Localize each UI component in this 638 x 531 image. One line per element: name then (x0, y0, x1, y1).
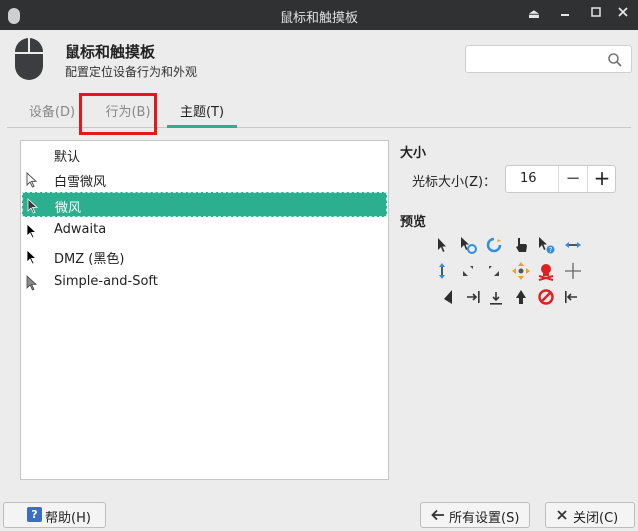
title-bar: 鼠标和触摸板 ⏏ (0, 0, 638, 30)
theme-label: 微风 (55, 201, 82, 216)
diagonal-resize-nesw-cursor-icon (463, 266, 473, 276)
cursor-size-stepper[interactable]: 16 − + (505, 165, 616, 193)
maximize-button[interactable] (586, 5, 606, 25)
horizontal-resize-cursor-icon (565, 242, 581, 248)
black-arrow-cursor-icon (26, 223, 38, 239)
close-icon (557, 510, 567, 520)
svg-text:?: ? (549, 246, 553, 254)
list-item[interactable]: DMZ (黑色) (22, 244, 387, 269)
help-icon: ? (27, 507, 42, 522)
crosshair-cursor-icon (565, 263, 581, 279)
all-settings-button[interactable]: 所有设置(S) (420, 502, 530, 528)
help-button[interactable]: ? 帮助(H) (3, 502, 106, 528)
dark-arrow-cursor-icon (27, 198, 39, 214)
diagonal-resize-nwse-cursor-icon (489, 266, 499, 276)
tab-theme[interactable]: 主题(T) (167, 98, 237, 128)
all-settings-label: 所有设置(S) (449, 511, 520, 526)
list-item[interactable]: Simple-and-Soft (22, 270, 387, 295)
search-input[interactable] (465, 45, 632, 73)
close-button-label: 关闭(C) (573, 511, 619, 526)
help-button-label: 帮助(H) (45, 511, 91, 526)
search-icon (608, 53, 622, 67)
help-cursor-icon: ? (539, 237, 555, 254)
close-window-button[interactable] (613, 5, 633, 25)
increase-size-button[interactable]: + (587, 166, 616, 192)
tab-device[interactable]: 设备(D) (21, 98, 83, 128)
progress-cursor-icon (461, 237, 477, 254)
pirate-skull-cursor-icon (538, 264, 554, 281)
cursor-preview-grid: ? (424, 233, 594, 313)
cursor-size-value[interactable]: 16 (520, 171, 537, 186)
default-cursor-icon (438, 238, 446, 252)
theme-label: 默认 (54, 150, 81, 165)
theme-label: Adwaita (54, 222, 107, 237)
theme-label: 白雪微风 (54, 175, 107, 190)
shade-icon[interactable]: ⏏ (524, 5, 544, 25)
dialog-subtitle: 配置定位设备行为和外观 (65, 65, 198, 79)
move-cursor-icon (512, 262, 530, 280)
not-allowed-cursor-icon (538, 289, 554, 305)
black-arrow-cursor-icon (26, 249, 38, 265)
cursor-size-label: 光标大小(Z)： (412, 175, 497, 190)
white-arrow-cursor-icon (26, 172, 38, 188)
cursor-theme-list[interactable]: 默认 白雪微风 微风 Adwaita DMZ (黑色) Simple-and-S… (20, 140, 389, 480)
preview-section-title: 预览 (400, 215, 427, 230)
theme-label: DMZ (黑色) (54, 252, 125, 267)
left-side-cursor-icon (565, 291, 577, 303)
bottom-side-cursor-icon (490, 292, 502, 305)
decrease-size-button[interactable]: − (558, 166, 587, 192)
list-item[interactable]: 白雪微风 (22, 167, 387, 192)
vertical-resize-cursor-icon (439, 263, 445, 279)
mouse-icon (15, 38, 43, 80)
up-arrow-cursor-icon (516, 290, 526, 304)
dialog-title: 鼠标和触摸板 (65, 43, 156, 61)
list-item[interactable]: Adwaita (22, 218, 387, 243)
right-side-cursor-icon (467, 291, 480, 303)
size-section-title: 大小 (400, 146, 427, 161)
dialog-header: 鼠标和触摸板 配置定位设备行为和外观 (0, 30, 638, 94)
pointer-hand-cursor-icon (516, 238, 527, 252)
close-button[interactable]: 关闭(C) (545, 502, 635, 528)
left-arrow-cursor-icon (444, 290, 452, 304)
minimize-button[interactable] (555, 5, 575, 25)
wait-cursor-icon (486, 237, 502, 253)
theme-label: Simple-and-Soft (54, 274, 158, 289)
list-item-selected[interactable]: 微风 (22, 192, 387, 217)
gray-arrow-cursor-icon (26, 275, 38, 291)
list-item[interactable]: 默认 (22, 142, 387, 167)
red-highlight-annotation (79, 93, 157, 135)
back-arrow-icon (431, 509, 444, 521)
